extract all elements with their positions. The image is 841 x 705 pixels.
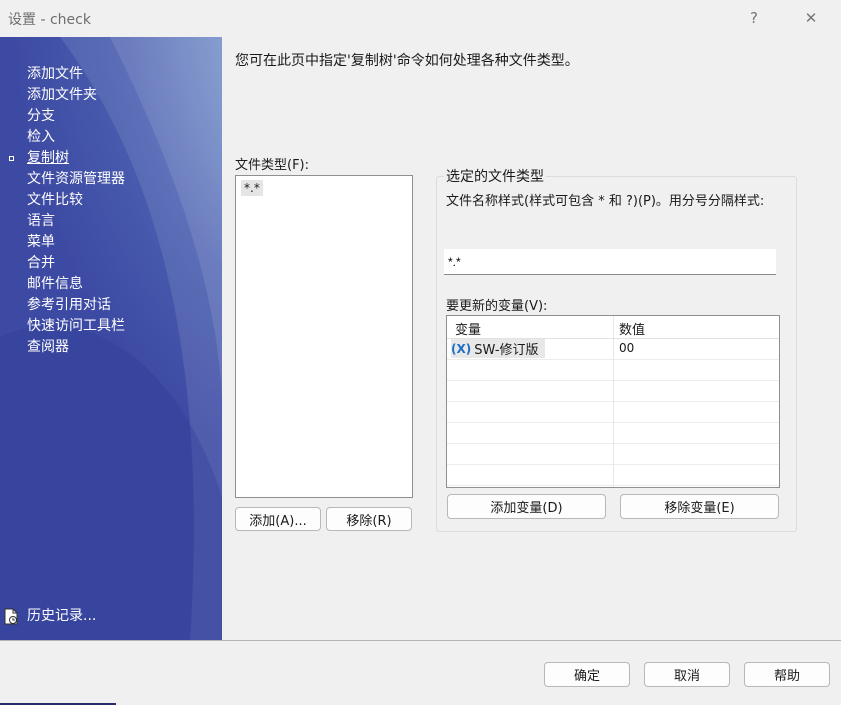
table-row[interactable] xyxy=(447,422,779,444)
sidebar-item-branch[interactable]: 分支 xyxy=(0,106,222,127)
history-label: 历史记录... xyxy=(27,608,97,624)
sidebar: 添加文件 添加文件夹 分支 检入 复制树 文件资源管理器 文件比较 语言 菜单 … xyxy=(0,37,222,640)
sidebar-item-reference-dialog[interactable]: 参考引用对话 xyxy=(0,295,222,316)
sidebar-item-add-file[interactable]: 添加文件 xyxy=(0,64,222,85)
sidebar-item-file-compare[interactable]: 文件比较 xyxy=(0,190,222,211)
sidebar-item-label: 邮件信息 xyxy=(27,276,83,292)
history-link[interactable]: 历史记录... xyxy=(0,605,96,627)
sidebar-item-mail-info[interactable]: 邮件信息 xyxy=(0,274,222,295)
sidebar-item-label: 文件资源管理器 xyxy=(27,171,125,187)
file-types-list[interactable]: *.* xyxy=(235,175,413,498)
page-description: 您可在此页中指定'复制树'命令如何处理各种文件类型。 xyxy=(235,53,579,69)
sidebar-item-label: 查阅器 xyxy=(27,339,69,355)
sidebar-item-copy-tree[interactable]: 复制树 xyxy=(0,148,222,169)
sidebar-item-quick-access-toolbar[interactable]: 快速访问工具栏 xyxy=(0,316,222,337)
help-title-button[interactable]: ? xyxy=(734,6,774,30)
help-button[interactable]: 帮助 xyxy=(744,662,830,687)
variable-column-header[interactable]: 变量 xyxy=(455,319,481,338)
history-document-icon xyxy=(4,608,18,625)
variable-icon: (X) xyxy=(451,341,472,356)
sidebar-item-label: 检入 xyxy=(27,129,55,145)
sidebar-item-language[interactable]: 语言 xyxy=(0,211,222,232)
selected-file-type-title: 选定的文件类型 xyxy=(444,166,546,186)
table-header: 变量 数值 xyxy=(447,316,779,339)
value-cell[interactable]: 00 xyxy=(619,341,634,355)
pattern-input[interactable] xyxy=(444,249,776,275)
table-row[interactable]: (X) SW-修订版 00 xyxy=(447,338,779,360)
remove-file-type-button[interactable]: 移除(R) xyxy=(326,507,412,531)
sidebar-item-file-explorer[interactable]: 文件资源管理器 xyxy=(0,169,222,190)
cancel-button[interactable]: 取消 xyxy=(644,662,730,687)
window-title: 设置 - check xyxy=(8,12,91,28)
sidebar-item-label: 菜单 xyxy=(27,234,55,250)
title-bar: 设置 - check ? ✕ xyxy=(0,0,841,37)
sidebar-item-label: 分支 xyxy=(27,108,55,124)
ok-button[interactable]: 确定 xyxy=(544,662,630,687)
sidebar-item-label: 快速访问工具栏 xyxy=(27,318,125,334)
dialog-footer: 确定 取消 帮助 xyxy=(0,640,841,705)
sidebar-item-menu[interactable]: 菜单 xyxy=(0,232,222,253)
sidebar-item-label: 语言 xyxy=(27,213,55,229)
variables-table[interactable]: 变量 数值 (X) SW-修订版 00 xyxy=(446,315,780,488)
value-column-header[interactable]: 数值 xyxy=(619,319,645,338)
sidebar-item-label: 参考引用对话 xyxy=(27,297,111,313)
sidebar-item-label: 复制树 xyxy=(27,150,69,166)
close-button[interactable]: ✕ xyxy=(791,6,831,30)
sidebar-item-label: 合并 xyxy=(27,255,55,271)
table-row[interactable] xyxy=(447,380,779,402)
list-item[interactable]: *.* xyxy=(241,180,263,196)
sidebar-item-merge[interactable]: 合并 xyxy=(0,253,222,274)
sidebar-item-label: 文件比较 xyxy=(27,192,83,208)
remove-variable-button[interactable]: 移除变量(E) xyxy=(620,494,779,519)
sidebar-item-label: 添加文件夹 xyxy=(27,87,97,103)
sidebar-item-viewer[interactable]: 查阅器 xyxy=(0,337,222,358)
pattern-label: 文件名称样式(样式可包含 * 和 ?)(P)。用分号分隔样式: xyxy=(446,194,765,209)
add-variable-button[interactable]: 添加变量(D) xyxy=(447,494,606,519)
sidebar-item-label: 添加文件 xyxy=(27,66,83,82)
main-panel: 您可在此页中指定'复制树'命令如何处理各种文件类型。 文件类型(F): *.* … xyxy=(222,37,841,640)
variables-label: 要更新的变量(V): xyxy=(446,299,548,314)
sidebar-item-add-folder[interactable]: 添加文件夹 xyxy=(0,85,222,106)
table-row[interactable] xyxy=(447,359,779,381)
variable-name: SW-修订版 xyxy=(474,343,539,358)
variable-cell[interactable]: (X) SW-修订版 xyxy=(451,339,545,358)
file-types-label: 文件类型(F): xyxy=(235,158,310,173)
add-file-type-button[interactable]: 添加(A)... xyxy=(235,507,321,531)
sidebar-item-check-in[interactable]: 检入 xyxy=(0,127,222,148)
table-row[interactable] xyxy=(447,464,779,486)
table-row[interactable] xyxy=(447,443,779,465)
sidebar-nav: 添加文件 添加文件夹 分支 检入 复制树 文件资源管理器 文件比较 语言 菜单 … xyxy=(0,64,222,358)
table-row[interactable] xyxy=(447,401,779,423)
selected-bullet-icon xyxy=(9,156,14,161)
